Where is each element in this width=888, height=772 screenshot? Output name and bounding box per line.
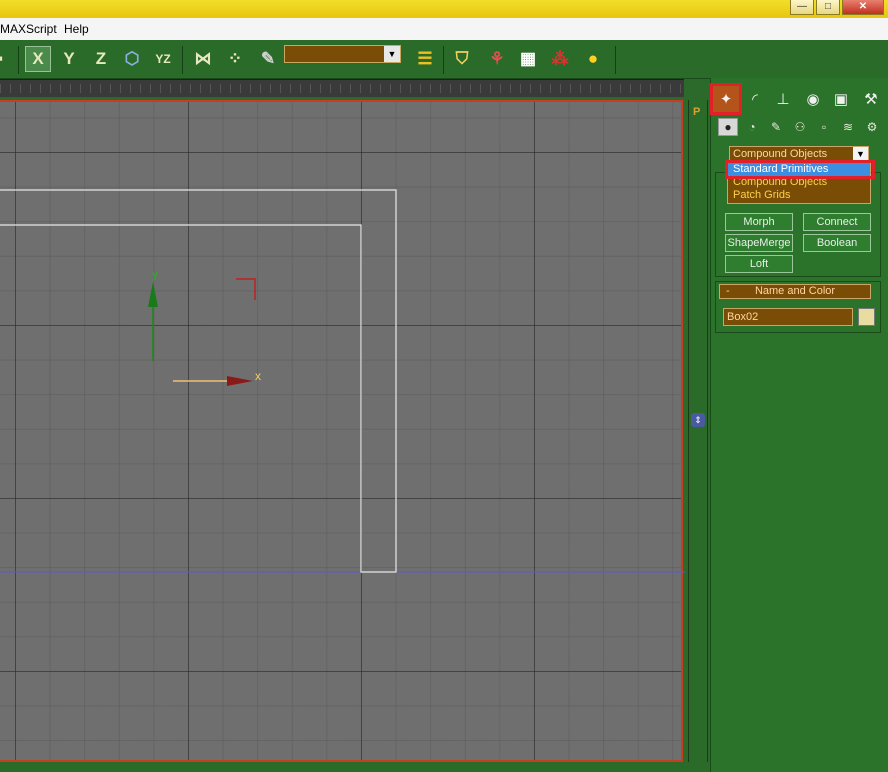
command-panel: ✦ ◜ ⊥ ◉ ▣ ⚒ ● ◔ ✎ ⚇ ▫ ≋ ⚙ Compound Objec…: [710, 78, 888, 772]
geometry-icon[interactable]: ●: [718, 118, 738, 136]
cameras-icon[interactable]: ⚇: [790, 118, 810, 136]
array-icon[interactable]: ⁘: [222, 46, 248, 72]
name-and-color-header[interactable]: - Name and Color: [719, 284, 871, 299]
minimize-button[interactable]: —: [790, 0, 814, 15]
helpers-icon[interactable]: ▫: [814, 118, 834, 136]
snapshot-icon[interactable]: ✎: [255, 46, 281, 72]
mirror-icon[interactable]: ⋈: [190, 46, 216, 72]
close-button[interactable]: ✕: [842, 0, 884, 15]
snap-cube-icon[interactable]: ⬡: [119, 46, 145, 72]
menu-help[interactable]: Help: [64, 22, 89, 36]
material-editor-icon[interactable]: ▦: [515, 46, 541, 72]
gizmo-x-arrow: [227, 376, 253, 386]
restrict-plane-button[interactable]: YZ: [150, 46, 176, 72]
motion-tab-icon[interactable]: ◉: [800, 86, 826, 112]
resize-handle-icon[interactable]: ⇕: [691, 413, 705, 427]
pivot-marker: [236, 278, 256, 300]
title-bar: — □ ✕: [0, 0, 888, 18]
curve-editor-icon[interactable]: ⛉: [449, 46, 475, 72]
layer-manager-icon[interactable]: ☰: [412, 46, 438, 72]
bottom-bar: [0, 762, 710, 772]
create-tab-icon[interactable]: ✦: [710, 83, 742, 115]
strip-label: P: [693, 106, 701, 118]
chevron-down-icon[interactable]: ▼: [384, 46, 400, 62]
gizmo-y-arrow: [148, 282, 158, 307]
viewport-scene: y x: [0, 189, 685, 573]
gizmo-y-label: y: [152, 267, 158, 281]
hierarchy-tab-icon[interactable]: ⊥: [770, 86, 796, 112]
gizmo-x-label: x: [255, 369, 261, 383]
schematic-view-icon[interactable]: ⚘: [484, 46, 510, 72]
render-setup-icon[interactable]: ⁂: [547, 46, 573, 72]
maximize-button[interactable]: □: [816, 0, 840, 15]
option-patch-grids[interactable]: Patch Grids: [728, 189, 870, 202]
shapes-icon[interactable]: ◔: [742, 118, 762, 136]
restrict-x-button[interactable]: X: [25, 46, 51, 72]
connect-button[interactable]: Connect: [803, 213, 871, 231]
restrict-z-button[interactable]: Z: [88, 46, 114, 72]
restrict-y-button[interactable]: Y: [56, 46, 82, 72]
space-warps-icon[interactable]: ≋: [838, 118, 858, 136]
named-selection-set-field[interactable]: ▼: [284, 45, 401, 63]
timeline-ticks: [0, 84, 684, 93]
shapemerge-button[interactable]: ShapeMerge: [725, 234, 793, 252]
quick-render-icon[interactable]: ●: [580, 46, 606, 72]
chevron-down-icon[interactable]: ▼: [853, 147, 868, 161]
loft-button[interactable]: Loft: [725, 255, 793, 273]
systems-icon[interactable]: ⚙: [862, 118, 882, 136]
modify-tab-icon[interactable]: ◜: [742, 86, 768, 112]
select-link-icon[interactable]: ▪: [0, 46, 8, 72]
highlight-annotation: [725, 160, 875, 179]
viewport[interactable]: y x: [0, 100, 685, 762]
utilities-tab-icon[interactable]: ⚒: [858, 86, 884, 112]
morph-button[interactable]: Morph: [725, 213, 793, 231]
track-bar[interactable]: [0, 79, 684, 97]
boolean-button[interactable]: Boolean: [803, 234, 871, 252]
lights-icon[interactable]: ✎: [766, 118, 786, 136]
menu-bar: MAXScript Help: [0, 18, 888, 41]
object-name-field[interactable]: Box02: [723, 308, 853, 326]
object-color-swatch[interactable]: [858, 308, 875, 326]
main-toolbar: ▪ X Y Z ⬡ YZ ⋈ ⁘ ✎ ☰ ⛉ ⚘ ▦ ⁂ ●: [0, 40, 888, 79]
rollout-title: Name and Color: [754, 285, 836, 297]
menu-maxscript[interactable]: MAXScript: [0, 22, 57, 36]
display-tab-icon[interactable]: ▣: [828, 86, 854, 112]
viewport-side-strip[interactable]: P ⇕: [688, 100, 708, 762]
window-controls: — □ ✕: [788, 0, 884, 15]
